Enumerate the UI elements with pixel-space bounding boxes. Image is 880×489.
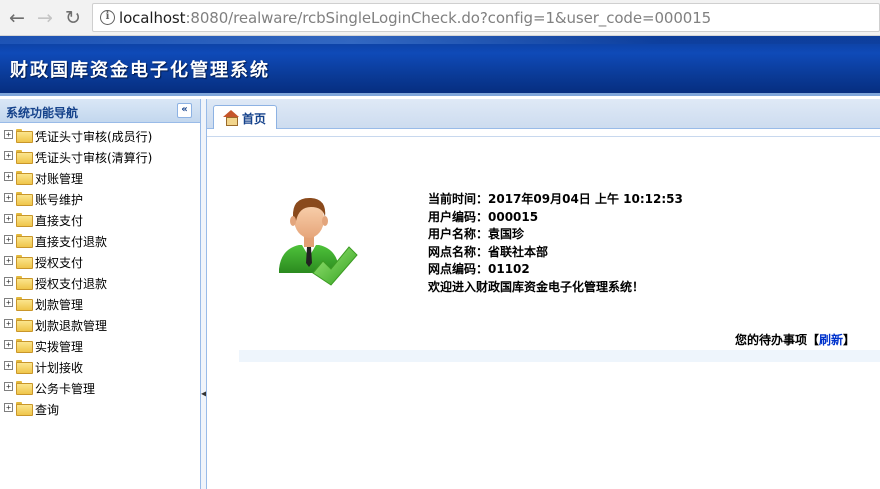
url-text[interactable]: localhost:8080/realware/rcbSingleLoginCh…	[119, 9, 711, 27]
folder-icon	[16, 276, 33, 290]
todo-list	[239, 350, 880, 362]
nav-tree: + 凭证头寸审核(成员行) + 凭证头寸审核(清算行) + 对账管理 + 账号维护 + 直…	[0, 123, 200, 419]
expand-plus-icon[interactable]: +	[4, 382, 13, 391]
user-name: 用户名称：袁国珍	[428, 227, 525, 242]
expand-plus-icon[interactable]: +	[4, 214, 13, 223]
tree-item-label[interactable]: 对账管理	[35, 170, 83, 187]
collapse-double-chevron-icon[interactable]: «	[177, 103, 192, 118]
bracket-open: 【	[807, 333, 820, 347]
expand-plus-icon[interactable]: +	[4, 403, 13, 412]
expand-plus-icon[interactable]: +	[4, 298, 13, 307]
main-panel: 首页 当前时间：2017年09月04日 上午 10:12:53 用户编码：000…	[206, 99, 880, 489]
sidebar-title: 系统功能导航	[6, 106, 79, 120]
info-icon[interactable]: i	[100, 10, 115, 25]
tree-item-label[interactable]: 账号维护	[35, 191, 83, 208]
expand-plus-icon[interactable]: +	[4, 319, 13, 328]
url-host: localhost	[119, 9, 186, 27]
expand-plus-icon[interactable]: +	[4, 235, 13, 244]
expand-plus-icon[interactable]: +	[4, 151, 13, 160]
current-time: 当前时间：2017年09月04日 上午 10:12:53	[428, 192, 683, 206]
tree-item-label[interactable]: 查询	[35, 401, 59, 418]
tree-item-label[interactable]: 划款退款管理	[35, 317, 107, 334]
tree-item-label[interactable]: 公务卡管理	[35, 380, 95, 397]
welcome-message: 欢迎进入财政国库资金电子化管理系统！	[428, 279, 645, 294]
folder-icon	[16, 150, 33, 164]
folder-icon	[16, 297, 33, 311]
tree-item-label[interactable]: 划款管理	[35, 296, 83, 313]
tree-item[interactable]: + 公务卡管理	[0, 377, 200, 398]
tree-item-label[interactable]: 授权支付	[35, 254, 83, 271]
tree-item[interactable]: + 划款退款管理	[0, 314, 200, 335]
expand-plus-icon[interactable]: +	[4, 193, 13, 202]
expand-plus-icon[interactable]: +	[4, 256, 13, 265]
tree-item[interactable]: + 直接支付	[0, 209, 200, 230]
todo-header: 您的待办事项【刷新】	[735, 331, 855, 348]
tab-home[interactable]: 首页	[213, 105, 277, 129]
refresh-link[interactable]: 刷新	[819, 333, 843, 347]
tab-home-label: 首页	[242, 112, 267, 126]
user-info: 当前时间：2017年09月04日 上午 10:12:53 用户编码：000015…	[428, 191, 683, 297]
url-path: :8080/realware/rcbSingleLoginCheck.do?co…	[185, 9, 712, 27]
reload-icon[interactable]: ↻	[62, 7, 84, 29]
tree-item[interactable]: + 直接支付退款	[0, 230, 200, 251]
tree-item[interactable]: + 划款管理	[0, 293, 200, 314]
expand-plus-icon[interactable]: +	[4, 130, 13, 139]
tree-item-label[interactable]: 实拨管理	[35, 338, 83, 355]
home-icon	[223, 110, 239, 126]
forward-arrow-icon[interactable]: →	[34, 7, 56, 29]
folder-icon	[16, 213, 33, 227]
browser-toolbar: ← → ↻ i localhost:8080/realware/rcbSingl…	[0, 0, 880, 36]
folder-icon	[16, 339, 33, 353]
tree-item-label[interactable]: 直接支付	[35, 212, 83, 229]
folder-icon	[16, 255, 33, 269]
tree-item-label[interactable]: 计划接收	[35, 359, 83, 376]
folder-icon	[16, 171, 33, 185]
user-check-icon	[279, 197, 358, 286]
folder-icon	[16, 129, 33, 143]
tree-item-label[interactable]: 凭证头寸审核(清算行)	[35, 149, 152, 166]
app-header: 财政国库资金电子化管理系统	[0, 36, 880, 96]
expand-plus-icon[interactable]: +	[4, 340, 13, 349]
back-arrow-icon[interactable]: ←	[6, 7, 28, 29]
sidebar: 系统功能导航 « + 凭证头寸审核(成员行) + 凭证头寸审核(清算行) + 对账管理…	[0, 99, 201, 489]
expand-plus-icon[interactable]: +	[4, 277, 13, 286]
todo-label: 您的待办事项	[735, 333, 808, 347]
branch-code: 网点编码：01102	[428, 262, 530, 277]
tree-item-label[interactable]: 直接支付退款	[35, 233, 107, 250]
address-bar[interactable]: i localhost:8080/realware/rcbSingleLogin…	[92, 3, 880, 32]
expand-plus-icon[interactable]: +	[4, 361, 13, 370]
bracket-close: 】	[843, 333, 856, 347]
tree-item[interactable]: + 授权支付退款	[0, 272, 200, 293]
user-code: 用户编码：000015	[428, 209, 539, 224]
tree-item[interactable]: + 账号维护	[0, 188, 200, 209]
expand-plus-icon[interactable]: +	[4, 172, 13, 181]
folder-icon	[16, 192, 33, 206]
tree-item[interactable]: + 授权支付	[0, 251, 200, 272]
folder-icon	[16, 234, 33, 248]
tree-item[interactable]: + 凭证头寸审核(成员行)	[0, 125, 200, 146]
branch-name: 网点名称：省联社本部	[428, 244, 549, 259]
folder-icon	[16, 381, 33, 395]
tree-item-label[interactable]: 凭证头寸审核(成员行)	[35, 128, 152, 145]
tree-item[interactable]: + 对账管理	[0, 167, 200, 188]
folder-icon	[16, 402, 33, 416]
tree-item[interactable]: + 计划接收	[0, 356, 200, 377]
tree-item[interactable]: + 凭证头寸审核(清算行)	[0, 146, 200, 167]
app-title: 财政国库资金电子化管理系统	[10, 60, 270, 81]
tree-item[interactable]: + 实拨管理	[0, 335, 200, 356]
folder-icon	[16, 318, 33, 332]
tab-strip: 首页	[207, 99, 880, 129]
sidebar-header: 系统功能导航 «	[0, 99, 200, 123]
content-divider	[207, 129, 880, 137]
folder-icon	[16, 360, 33, 374]
tree-item-label[interactable]: 授权支付退款	[35, 275, 107, 292]
tree-item[interactable]: + 查询	[0, 398, 200, 419]
